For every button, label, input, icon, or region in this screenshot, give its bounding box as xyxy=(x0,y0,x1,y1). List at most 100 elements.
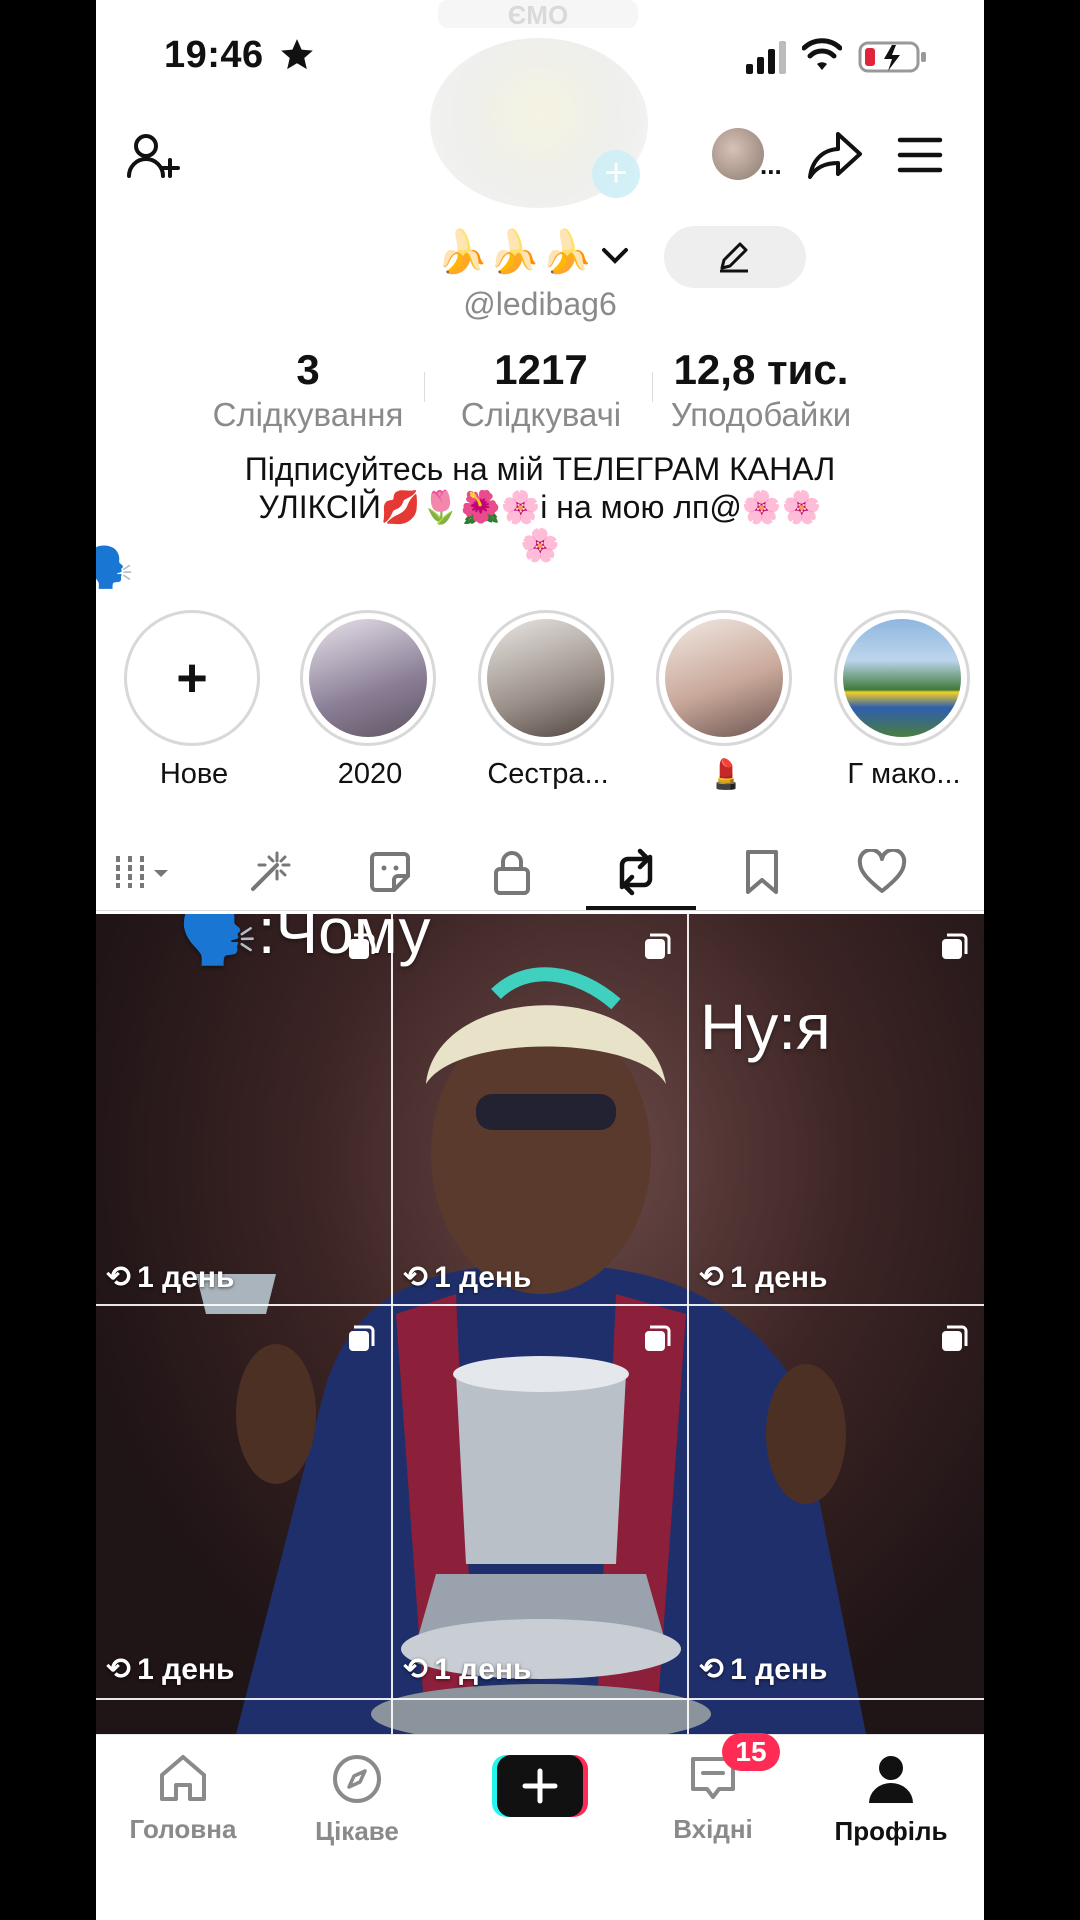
display-name[interactable]: 🍌🍌🍌 xyxy=(436,228,593,277)
highlight-thumbnail xyxy=(665,619,783,737)
highlight-label: Г мако... xyxy=(847,758,961,790)
repost-time-text: 1 день xyxy=(434,1652,532,1686)
grid-cell[interactable]: ⟲ 1 день xyxy=(96,1306,391,1698)
sticker-icon xyxy=(370,852,410,892)
grid-cell[interactable]: ⟲ 1 день xyxy=(689,1306,984,1698)
highlight-ring: + xyxy=(124,610,260,746)
stat-following[interactable]: 3 Слідкування xyxy=(208,346,408,434)
account-switch-avatar[interactable] xyxy=(712,128,764,180)
menu-icon[interactable] xyxy=(896,134,944,176)
repost-small-icon: ⟲ xyxy=(106,1653,132,1686)
add-photo-icon[interactable]: + xyxy=(592,150,640,198)
highlight-label: 2020 xyxy=(337,758,403,790)
grid-icon xyxy=(116,856,168,888)
more-dots[interactable]: ... xyxy=(760,150,782,181)
nav-explore[interactable]: Цікаве xyxy=(282,1753,432,1847)
highlight-new[interactable]: + Нове xyxy=(124,610,264,791)
repost-time-text: 1 день xyxy=(434,1260,532,1294)
highlight-item[interactable]: 2020 xyxy=(300,610,440,791)
highlight-label: Нове xyxy=(159,758,229,790)
bio: Підписуйтесь на мій ТЕЛЕГРАМ КАНАЛ УЛІКС… xyxy=(156,450,924,564)
stat-value: 1217 xyxy=(494,346,588,393)
highlight-thumbnail xyxy=(487,619,605,737)
highlight-ring xyxy=(300,610,436,746)
tab-stickers[interactable] xyxy=(360,844,420,900)
tab-liked[interactable] xyxy=(852,844,912,900)
multi-photo-icon xyxy=(349,1325,375,1351)
highlight-item[interactable]: Сестра... xyxy=(478,610,618,791)
highlight-ring xyxy=(656,610,792,746)
share-icon[interactable] xyxy=(806,128,864,180)
bio-line: Підписуйтесь на мій ТЕЛЕГРАМ КАНАЛ xyxy=(244,451,836,487)
nav-label: Вхідні xyxy=(673,1814,753,1844)
stat-likes[interactable]: 12,8 тис. Уподобайки xyxy=(656,346,866,434)
bio-line: 🌸 xyxy=(520,527,560,563)
stat-followers[interactable]: 1217 Слідкувачі xyxy=(446,346,636,434)
tab-effects[interactable] xyxy=(238,844,298,900)
heart-icon xyxy=(857,849,907,893)
stat-value: 3 xyxy=(296,346,320,393)
repost-time: ⟲ 1 день xyxy=(106,1652,234,1687)
lock-icon xyxy=(494,851,530,895)
profile-icon xyxy=(869,1756,913,1803)
grid-cell[interactable]: ⟲ 1 день xyxy=(96,914,391,1304)
wifi-icon xyxy=(802,38,842,70)
repost-small-icon: ⟲ xyxy=(403,1261,429,1294)
tab-reposts[interactable] xyxy=(606,844,666,900)
nav-home[interactable]: Головна xyxy=(108,1753,258,1845)
username: @ledibag6 xyxy=(463,286,617,322)
repost-time: ⟲ 1 день xyxy=(403,1260,531,1295)
highlight-item[interactable]: 💄 xyxy=(656,610,796,792)
edit-profile-button[interactable] xyxy=(664,226,806,288)
signal-icon xyxy=(746,41,786,74)
repost-time: ⟲ 1 день xyxy=(699,1652,827,1687)
repost-time-text: 1 день xyxy=(137,1652,235,1686)
tab-videos[interactable] xyxy=(110,844,182,900)
home-icon xyxy=(160,1755,206,1801)
highlight-thumbnail xyxy=(309,619,427,737)
repost-time-text: 1 день xyxy=(137,1260,235,1294)
highlight-label: 💄 xyxy=(707,759,745,791)
stat-label: Слідкування xyxy=(212,396,404,433)
stat-label: Слідкувачі xyxy=(460,396,622,433)
status-bar: 19:46 xyxy=(96,0,984,116)
divider xyxy=(652,372,653,402)
add-user-icon[interactable] xyxy=(126,130,180,184)
profile-screen: ЄМО + 19:46 ... 🍌🍌🍌 @ledibag6 3 Слідкува… xyxy=(96,0,984,1920)
tab-private[interactable] xyxy=(482,844,542,900)
multi-photo-icon xyxy=(349,933,375,959)
multi-photo-icon xyxy=(942,933,968,959)
magic-wand-icon xyxy=(251,851,291,891)
repost-time-text: 1 день xyxy=(730,1260,828,1294)
nav-profile[interactable]: Профіль xyxy=(816,1753,966,1847)
multi-photo-icon xyxy=(645,933,671,959)
tab-saved[interactable] xyxy=(732,844,792,900)
repost-small-icon: ⟲ xyxy=(699,1261,725,1294)
repost-small-icon: ⟲ xyxy=(403,1653,429,1686)
grid-divider xyxy=(96,1698,984,1700)
compass-icon xyxy=(333,1755,381,1803)
chevron-down-icon[interactable] xyxy=(600,244,630,268)
repost-small-icon: ⟲ xyxy=(106,1261,132,1294)
highlight-ring xyxy=(834,610,970,746)
grid-cell[interactable]: ⟲ 1 день xyxy=(393,1306,687,1698)
bookmark-icon xyxy=(746,850,778,894)
grid-cell[interactable]: ⟲ 1 день xyxy=(689,914,984,1304)
nav-label: Цікаве xyxy=(315,1816,399,1846)
pencil-icon xyxy=(720,242,748,273)
create-button[interactable] xyxy=(492,1755,588,1817)
highlight-label: Сестра... xyxy=(487,758,609,790)
grid-cell[interactable]: ⟲ 1 день xyxy=(393,914,687,1304)
bio-emoji: 🗣️ xyxy=(96,546,134,590)
reposts-grid: 🗣️:Чому Ну:я ⟲ 1 день ⟲ 1 день ⟲ 1 день ⟲ 1 … xyxy=(96,914,984,1734)
status-time: 19:46 xyxy=(164,34,264,76)
repost-icon xyxy=(619,848,653,896)
bottom-nav: Головна Цікаве Вхідні 15 Профіль xyxy=(96,1733,984,1920)
highlight-ring xyxy=(478,610,614,746)
highlight-thumbnail xyxy=(843,619,961,737)
inbox-badge: 15 xyxy=(722,1733,780,1771)
star-icon xyxy=(281,39,313,70)
repost-time: ⟲ 1 день xyxy=(403,1652,531,1687)
active-tab-indicator xyxy=(586,906,696,910)
highlight-item[interactable]: Г мако... xyxy=(834,610,974,791)
